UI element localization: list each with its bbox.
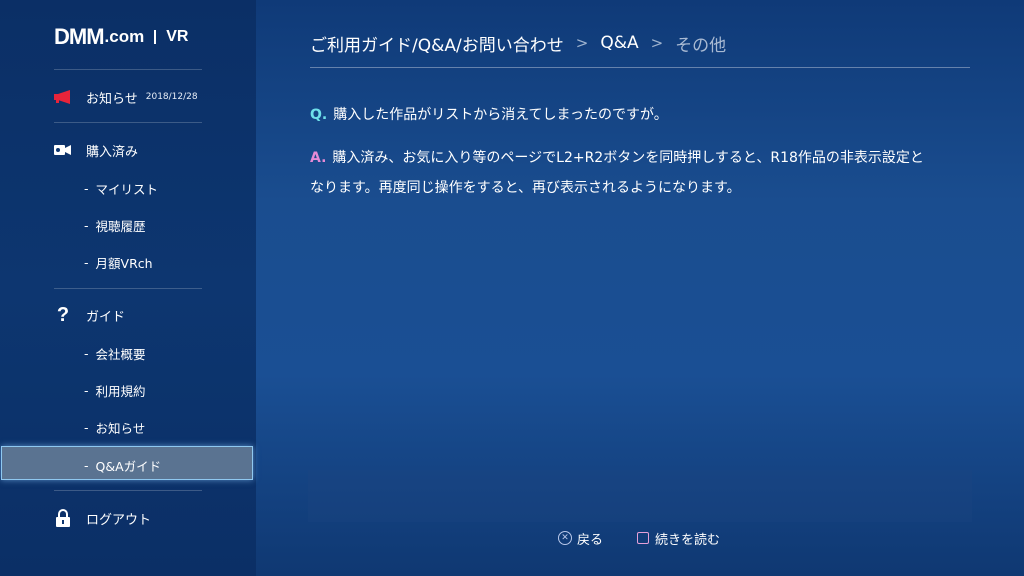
divider <box>54 490 202 491</box>
video-camera-icon <box>54 141 72 159</box>
sidebar-item-mylist[interactable]: - マイリスト <box>84 178 158 198</box>
cross-button-icon: ✕ <box>558 531 572 545</box>
logo-com: .com <box>104 27 145 46</box>
question-text: 購入した作品がリストから消えてしまったのですが。 <box>333 107 668 123</box>
dmm-vr-logo: DMM .com VR <box>54 24 189 49</box>
sub-item-dash: - <box>84 457 89 473</box>
answer: A. 購入済み、お気に入り等のページでL2+R2ボタンを同時押しすると、R18作品… <box>310 143 970 203</box>
read-more-label: 続きを読む <box>655 532 721 548</box>
sidebar: DMM .com VR お知らせ 2018/12/28 購入済み - マイリスト… <box>0 0 256 576</box>
sub-item-dash: - <box>84 382 89 398</box>
lock-icon <box>54 509 72 527</box>
back-hint[interactable]: ✕ 戻る <box>558 528 603 548</box>
divider <box>54 288 202 289</box>
question-mark-icon: ? <box>56 303 70 326</box>
answer-text-line2: なります。再度同じ操作をすると、再び表示されるようになります。 <box>310 180 741 196</box>
sidebar-item-label: 利用規約 <box>95 383 146 399</box>
divider <box>54 122 202 123</box>
content-footer-panel <box>308 470 972 522</box>
breadcrumb-separator: > <box>650 34 664 52</box>
news-date: 2018/12/28 <box>145 92 198 102</box>
sidebar-item-notice[interactable]: - お知らせ <box>84 417 145 437</box>
answer-mark-label: A. <box>310 150 327 166</box>
sidebar-item-label: 視聴履歴 <box>95 218 146 234</box>
breadcrumb-separator: > <box>575 34 589 52</box>
breadcrumb-item-current: その他 <box>675 35 727 56</box>
answer-text-line1: 購入済み、お気に入り等のページでL2+R2ボタンを同時押しすると、R18作品の非… <box>332 150 924 166</box>
breadcrumb-item-qa[interactable]: Q&A <box>600 33 638 53</box>
breadcrumb: ご利用ガイド/Q&A/お問い合わせ > Q&A > その他 <box>310 31 727 56</box>
sidebar-item-purchased[interactable]: 購入済み <box>54 140 138 160</box>
question: Q. 購入した作品がリストから消えてしまったのですが。 <box>310 100 970 130</box>
sidebar-item-label: マイリスト <box>95 181 159 197</box>
sidebar-item-logout[interactable]: ログアウト <box>54 508 151 528</box>
breadcrumb-item-guide[interactable]: ご利用ガイド/Q&A/お問い合わせ <box>310 31 564 56</box>
sidebar-item-label: 月額VRch <box>95 255 153 271</box>
square-button-icon <box>637 532 649 544</box>
sidebar-item-monthly-vrch[interactable]: - 月額VRch <box>84 252 153 272</box>
sidebar-item-label: ガイド <box>86 309 126 325</box>
megaphone-icon <box>54 88 72 106</box>
logo-separator <box>154 30 157 44</box>
sub-item-dash: - <box>84 180 89 196</box>
sidebar-item-label: お知らせ <box>86 91 138 107</box>
sub-item-dash: - <box>84 419 89 435</box>
sidebar-item-qa-guide[interactable]: - Q&Aガイド <box>84 455 161 475</box>
sub-item-dash: - <box>84 254 89 270</box>
sidebar-item-label: 購入済み <box>86 144 139 160</box>
sidebar-item-news[interactable]: お知らせ 2018/12/28 <box>54 87 198 107</box>
sidebar-item-label: 会社概要 <box>95 346 146 362</box>
sidebar-item-label: ログアウト <box>86 512 152 528</box>
sidebar-item-label: お知らせ <box>95 420 146 436</box>
logo-vr: VR <box>166 28 189 45</box>
sidebar-item-company[interactable]: - 会社概要 <box>84 343 146 363</box>
sidebar-item-terms[interactable]: - 利用規約 <box>84 380 146 400</box>
sub-item-dash: - <box>84 345 89 361</box>
back-label: 戻る <box>577 532 604 548</box>
header-divider <box>310 67 970 68</box>
logo-dmm: DMM <box>54 24 105 49</box>
read-more-hint[interactable]: 続きを読む <box>637 528 720 548</box>
sidebar-item-guide[interactable]: ? ガイド <box>54 303 126 326</box>
sidebar-item-history[interactable]: - 視聴履歴 <box>84 215 146 235</box>
sidebar-item-label: Q&Aガイド <box>95 458 162 474</box>
sub-item-dash: - <box>84 217 89 233</box>
question-mark-label: Q. <box>310 107 328 123</box>
divider <box>54 69 202 70</box>
